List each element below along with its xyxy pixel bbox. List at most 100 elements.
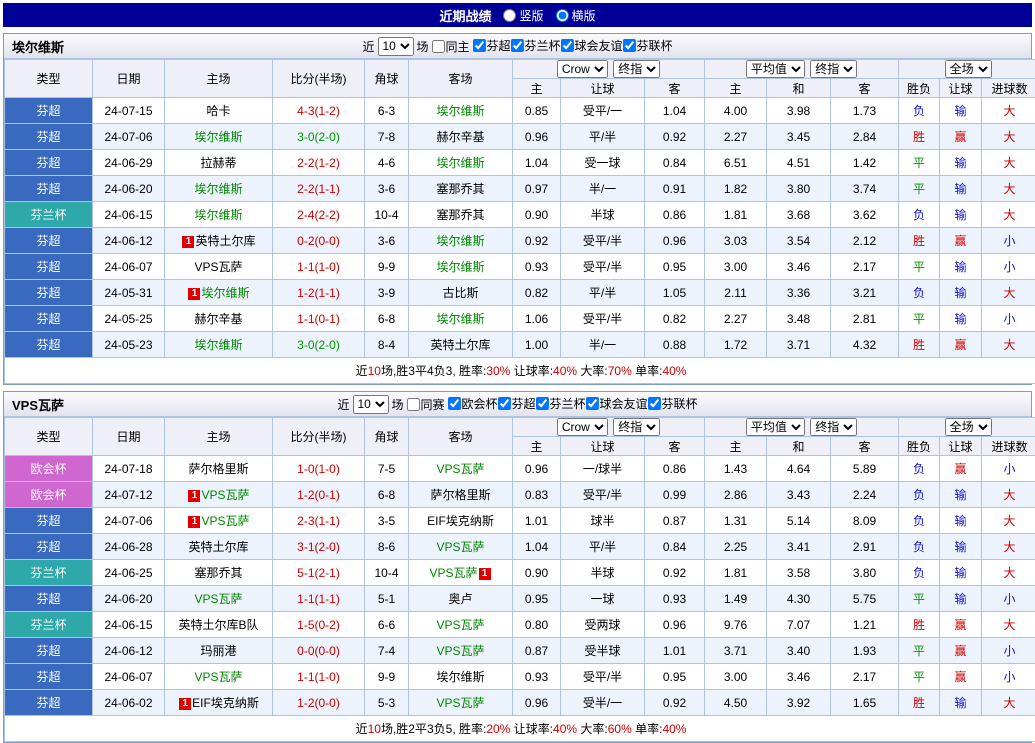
asian-home-odds: 0.90 xyxy=(513,202,561,228)
same-venue-label: 同主 xyxy=(445,38,469,55)
home-team: 埃尔维斯 xyxy=(165,332,273,358)
away-team: VPS瓦萨 xyxy=(409,534,513,560)
summary-segment: 40% xyxy=(662,364,686,378)
games-count-select[interactable]: 10 xyxy=(352,395,388,414)
scope-select[interactable]: 全场 xyxy=(945,60,992,78)
wdl-result: 负 xyxy=(899,508,940,534)
asian-handicap: 半/一 xyxy=(561,176,645,202)
layout-option-vertical[interactable]: 竖版 xyxy=(503,7,543,24)
home-team: 哈卡 xyxy=(165,98,273,124)
summary-segment: 40% xyxy=(662,722,686,736)
euro-time-select[interactable]: 终指 xyxy=(810,418,857,436)
asian-handicap: 球半 xyxy=(561,508,645,534)
euro-time-select[interactable]: 终指 xyxy=(810,60,857,78)
near-label: 近 xyxy=(337,396,349,413)
team-text: 古比斯 xyxy=(442,286,478,300)
vertical-radio[interactable] xyxy=(503,9,516,22)
league-checkbox[interactable] xyxy=(498,397,511,410)
match-row: 芬超24-06-20埃尔维斯2-2(1-1)3-6塞那乔其0.97半/一0.91… xyxy=(5,176,1035,202)
match-date: 24-05-31 xyxy=(93,280,165,306)
away-team: VPS瓦萨1 xyxy=(409,560,513,586)
team-text: 埃尔维斯 xyxy=(194,182,242,196)
goals-result: 大 xyxy=(982,482,1035,508)
odds-company-select[interactable]: Crow xyxy=(557,60,608,78)
league-filter[interactable]: 芬联杯 xyxy=(648,395,698,412)
euro-odds-controls: 平均值 终指 xyxy=(705,60,899,79)
league-filter[interactable]: 芬兰杯 xyxy=(511,37,561,54)
league-type-badge: 芬超 xyxy=(5,280,93,306)
col-goals-result: 进球数 xyxy=(982,437,1035,456)
handicap-result: 输 xyxy=(940,560,982,586)
league-checkbox[interactable] xyxy=(472,39,485,52)
asian-away-odds: 0.92 xyxy=(645,690,705,716)
match-row: 芬超24-06-20VPS瓦萨1-1(1-1)5-1奥卢0.95一球0.931.… xyxy=(5,586,1035,612)
goals-result: 大 xyxy=(982,560,1035,586)
league-checkbox[interactable] xyxy=(623,39,636,52)
league-filter[interactable]: 球会友谊 xyxy=(586,395,648,412)
col-handicap-result: 让球 xyxy=(940,437,982,456)
odds-time-select[interactable]: 终指 xyxy=(613,60,660,78)
summary-row: 近10场,胜3平4负3, 胜率:30% 让球率:40% 大率:70% 单率:40… xyxy=(5,358,1035,384)
horizontal-radio[interactable] xyxy=(556,9,569,22)
league-checkbox[interactable] xyxy=(511,39,524,52)
top-bar: 近期战绩 竖版 横版 xyxy=(3,3,1032,27)
col-euro-draw: 和 xyxy=(767,79,831,98)
same-venue-checkbox[interactable] xyxy=(431,40,444,53)
scope-select[interactable]: 全场 xyxy=(945,418,992,436)
team-text: 塞那乔其 xyxy=(436,182,484,196)
summary-segment: 近 xyxy=(356,364,368,378)
league-filter[interactable]: 芬超 xyxy=(472,37,510,54)
league-filter[interactable]: 芬超 xyxy=(498,395,536,412)
euro-company-select[interactable]: 平均值 xyxy=(746,418,805,436)
col-euro-away: 客 xyxy=(831,79,899,98)
games-label: 场 xyxy=(391,396,403,413)
league-checkbox[interactable] xyxy=(536,397,549,410)
league-checkbox[interactable] xyxy=(648,397,661,410)
wdl-result: 负 xyxy=(899,560,940,586)
team-text: 哈卡 xyxy=(206,104,230,118)
team-text: 萨尔格里斯 xyxy=(188,462,248,476)
euro-away-odds: 2.81 xyxy=(831,306,899,332)
corner-count: 3-9 xyxy=(365,280,409,306)
league-checkbox[interactable] xyxy=(447,397,460,410)
team-text: 赫尔辛基 xyxy=(436,130,484,144)
vertical-radio-label: 竖版 xyxy=(519,7,543,24)
games-count-select[interactable]: 10 xyxy=(377,37,413,56)
league-type-badge: 芬超 xyxy=(5,306,93,332)
same-venue-checkbox[interactable] xyxy=(406,398,419,411)
wdl-result: 负 xyxy=(899,202,940,228)
euro-company-select[interactable]: 平均值 xyxy=(746,60,805,78)
euro-away-odds: 1.42 xyxy=(831,150,899,176)
match-row: 芬超24-06-07VPS瓦萨1-1(1-0)9-9埃尔维斯0.93受平/半0.… xyxy=(5,254,1035,280)
euro-home-odds: 2.25 xyxy=(705,534,767,560)
odds-company-select[interactable]: Crow xyxy=(557,418,608,436)
euro-home-odds: 9.76 xyxy=(705,612,767,638)
same-venue-filter[interactable]: 同赛 xyxy=(406,396,444,413)
odds-time-select[interactable]: 终指 xyxy=(613,418,660,436)
asian-home-odds: 0.97 xyxy=(513,176,561,202)
team-name-title: VPS瓦萨 xyxy=(12,395,64,414)
asian-handicap: 平/半 xyxy=(561,280,645,306)
league-filter[interactable]: 芬联杯 xyxy=(623,37,673,54)
match-row: 欧会杯24-07-121VPS瓦萨1-2(0-1)6-8萨尔格里斯0.83受平/… xyxy=(5,482,1035,508)
goals-result: 大 xyxy=(982,534,1035,560)
league-filter[interactable]: 芬兰杯 xyxy=(536,395,586,412)
team-text: VPS瓦萨 xyxy=(436,644,484,658)
layout-option-horizontal[interactable]: 横版 xyxy=(556,7,596,24)
wdl-result: 胜 xyxy=(899,228,940,254)
league-filter[interactable]: 欧会杯 xyxy=(447,395,497,412)
league-filter[interactable]: 球会友谊 xyxy=(561,37,623,54)
handicap-result: 输 xyxy=(940,508,982,534)
home-team: 塞那乔其 xyxy=(165,560,273,586)
euro-home-odds: 1.49 xyxy=(705,586,767,612)
handicap-result: 输 xyxy=(940,482,982,508)
match-date: 24-06-28 xyxy=(93,534,165,560)
team-text: 埃尔维斯 xyxy=(436,670,484,684)
euro-home-odds: 4.50 xyxy=(705,690,767,716)
league-checkbox[interactable] xyxy=(561,39,574,52)
same-venue-filter[interactable]: 同主 xyxy=(431,38,469,55)
euro-away-odds: 2.17 xyxy=(831,664,899,690)
away-team: 萨尔格里斯 xyxy=(409,482,513,508)
handicap-result: 输 xyxy=(940,306,982,332)
league-checkbox[interactable] xyxy=(586,397,599,410)
